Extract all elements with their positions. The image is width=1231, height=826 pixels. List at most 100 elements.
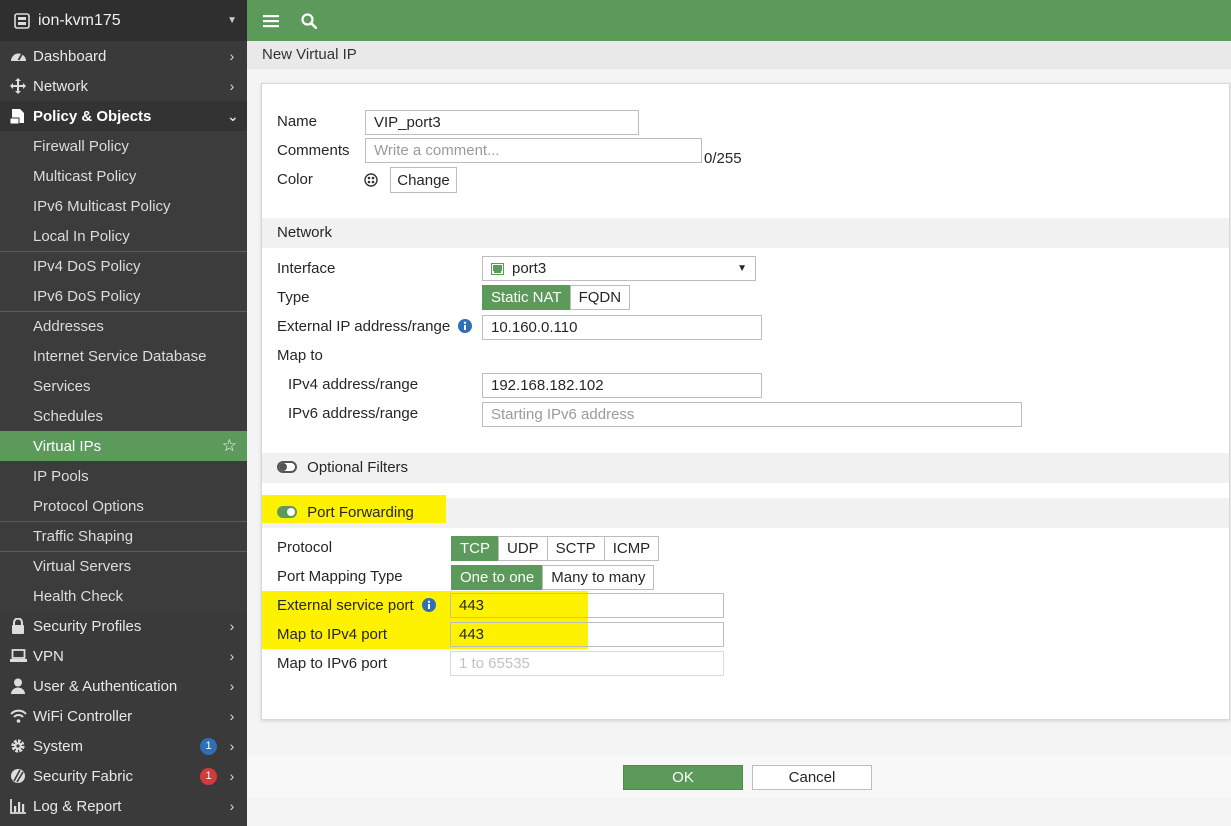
chevron-right-icon: › [229, 738, 235, 754]
nav-dashboard-label: Dashboard [33, 47, 107, 65]
sidebar-item-label: Internet Service Database [33, 347, 207, 365]
chevron-right-icon: › [229, 708, 235, 724]
sidebar-item-label: Schedules [33, 407, 104, 425]
sidebar-item-local-in-policy[interactable]: Local In Policy [0, 221, 247, 251]
nav-network[interactable]: Network › [0, 71, 247, 101]
nav-vpn[interactable]: VPN › [0, 641, 247, 671]
external-service-port-input[interactable] [450, 593, 724, 618]
external-service-port-label-text: External service port [277, 597, 414, 614]
top-bar [247, 0, 1231, 41]
sidebar-item-schedules[interactable]: Schedules [0, 401, 247, 431]
interface-label: Interface [277, 260, 336, 277]
nav-dashboard[interactable]: Dashboard › [0, 41, 247, 71]
sidebar-item-label: Firewall Policy [33, 137, 129, 155]
mapping-many-to-many-button[interactable]: Many to many [542, 565, 655, 590]
sidebar-item-health-check[interactable]: Health Check [0, 581, 247, 611]
interface-value: port3 [512, 260, 547, 277]
nav-log-report[interactable]: Log & Report › [0, 791, 247, 821]
search-icon[interactable] [297, 9, 321, 33]
info-icon[interactable] [458, 319, 473, 333]
ipv6-range-label: IPv6 address/range [288, 405, 419, 422]
nav-network-label: Network [33, 77, 89, 95]
sidebar-item-services[interactable]: Services [0, 371, 247, 401]
nav-wifi-controller-label: WiFi Controller [33, 707, 133, 725]
sidebar-item-label: Local In Policy [33, 227, 130, 245]
external-ip-label: External IP address/range [277, 318, 473, 335]
sidebar-item-multicast-policy[interactable]: Multicast Policy [0, 161, 247, 191]
laptop-icon [9, 648, 27, 664]
virtual-ip-form: Name Comments 0/255 Color Change Network… [261, 83, 1230, 720]
nav-user-authentication[interactable]: User & Authentication › [0, 671, 247, 701]
color-label: Color [277, 171, 313, 188]
ipv6-range-input[interactable] [482, 402, 1022, 427]
device-icon [14, 12, 30, 29]
sidebar-item-ip-pools[interactable]: IP Pools [0, 461, 247, 491]
protocol-sctp-button[interactable]: SCTP [546, 536, 605, 561]
nav-security-fabric-label: Security Fabric [33, 767, 134, 785]
external-ip-label-text: External IP address/range [277, 318, 451, 335]
external-ip-input[interactable] [482, 315, 762, 340]
chevron-right-icon: › [229, 618, 235, 634]
sidebar-item-virtual-ips[interactable]: Virtual IPs ☆ [0, 431, 247, 461]
type-label: Type [277, 289, 310, 306]
map-ipv4-port-label: Map to IPv4 port [277, 626, 388, 643]
sidebar-item-ipv6-dos-policy[interactable]: IPv6 DoS Policy [0, 281, 247, 311]
type-toggle-group: Static NAT FQDN [482, 285, 631, 310]
comments-input[interactable] [365, 138, 702, 163]
type-fqdn-button[interactable]: FQDN [569, 285, 631, 310]
nav-policy-objects-label: Policy & Objects [33, 107, 152, 125]
protocol-tcp-button[interactable]: TCP [451, 536, 499, 561]
notification-badge: 1 [200, 737, 217, 755]
cancel-button[interactable]: Cancel [752, 765, 872, 790]
nav-log-report-label: Log & Report [33, 797, 122, 815]
device-name: ion-kvm175 [38, 11, 121, 29]
sidebar-item-addresses[interactable]: Addresses [0, 311, 247, 341]
map-ipv4-port-input[interactable] [450, 622, 724, 647]
nav-wifi-controller[interactable]: WiFi Controller › [0, 701, 247, 731]
type-static-nat-button[interactable]: Static NAT [482, 285, 571, 310]
mapping-one-to-one-button[interactable]: One to one [451, 565, 544, 590]
sidebar-item-label: Multicast Policy [33, 167, 137, 185]
sidebar-item-firewall-policy[interactable]: Firewall Policy [0, 131, 247, 161]
interface-select[interactable]: port3 ▼ [482, 256, 756, 281]
change-color-button[interactable]: Change [390, 167, 457, 193]
sidebar-item-virtual-servers[interactable]: Virtual Servers [0, 551, 247, 581]
nav-security-profiles[interactable]: Security Profiles › [0, 611, 247, 641]
device-selector[interactable]: ion-kvm175 ▼ [0, 0, 247, 41]
protocol-icmp-button[interactable]: ICMP [603, 536, 660, 561]
optional-filters-label: Optional Filters [307, 459, 409, 476]
wifi-icon [9, 708, 27, 724]
sidebar-item-label: IPv4 DoS Policy [33, 258, 141, 275]
sidebar-item-ipv6-multicast-policy[interactable]: IPv6 Multicast Policy [0, 191, 247, 221]
notification-badge: 1 [200, 767, 217, 785]
menu-icon[interactable] [259, 9, 283, 33]
nav-security-fabric[interactable]: Security Fabric 1 › [0, 761, 247, 791]
info-icon[interactable] [421, 598, 436, 612]
port-mapping-toggle-group: One to one Many to many [451, 565, 655, 590]
name-input[interactable] [365, 110, 639, 135]
nav-system[interactable]: System 1 › [0, 731, 247, 761]
lock-icon [9, 618, 27, 634]
nav-policy-objects[interactable]: Policy & Objects ⌄ [0, 101, 247, 131]
sidebar-item-ipv4-dos-policy[interactable]: IPv4 DoS Policy [0, 251, 247, 281]
nav-vpn-label: VPN [33, 647, 64, 665]
ok-button[interactable]: OK [623, 765, 743, 790]
nav-system-label: System [33, 737, 84, 755]
sidebar-item-internet-service-database[interactable]: Internet Service Database [0, 341, 247, 371]
ipv4-range-input[interactable] [482, 373, 762, 398]
chevron-right-icon: › [229, 678, 235, 694]
external-service-port-label: External service port [277, 597, 436, 614]
star-icon[interactable]: ☆ [222, 436, 237, 456]
sidebar-item-label: Protocol Options [33, 497, 144, 515]
sidebar-item-traffic-shaping[interactable]: Traffic Shaping [0, 521, 247, 551]
protocol-udp-button[interactable]: UDP [498, 536, 548, 561]
map-ipv6-port-input[interactable] [450, 651, 724, 676]
nav-security-profiles-label: Security Profiles [33, 617, 142, 635]
chevron-down-icon: ▼ [227, 15, 237, 26]
name-label: Name [277, 113, 318, 130]
sidebar-item-protocol-options[interactable]: Protocol Options [0, 491, 247, 521]
port-forwarding-toggle[interactable] [277, 506, 297, 518]
optional-filters-toggle[interactable] [277, 461, 297, 473]
ipv4-range-label: IPv4 address/range [288, 376, 419, 393]
port-icon [491, 262, 504, 275]
